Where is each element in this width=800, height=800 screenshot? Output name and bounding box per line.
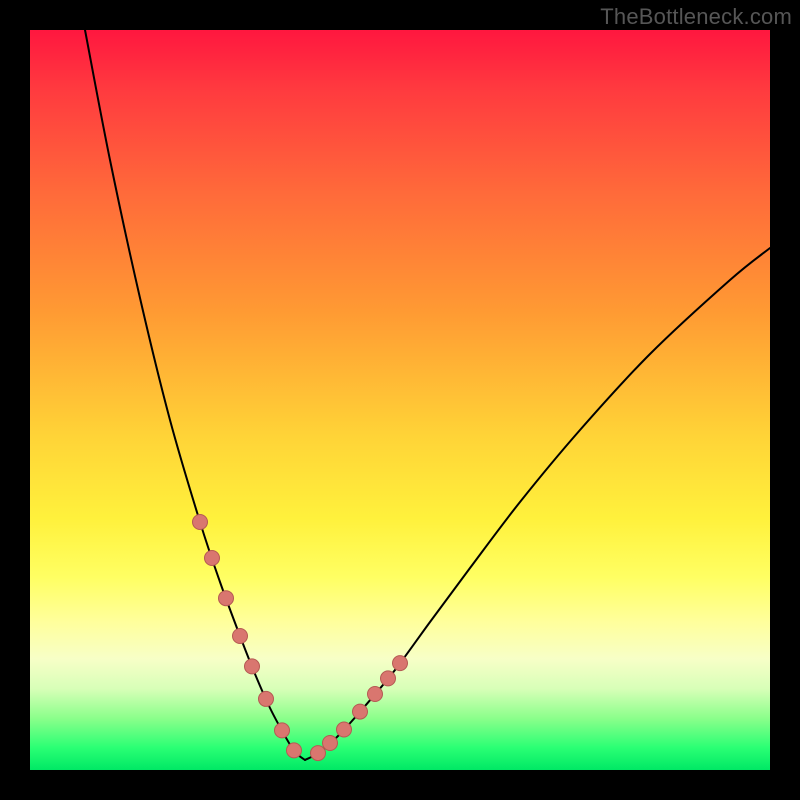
data-point-marker — [311, 746, 326, 761]
curve-layer — [30, 30, 770, 770]
data-point-marker — [287, 743, 302, 758]
data-point-marker — [219, 591, 234, 606]
curve-left — [85, 30, 305, 760]
data-point-marker — [193, 515, 208, 530]
chart-frame: TheBottleneck.com — [0, 0, 800, 800]
data-point-marker — [323, 736, 338, 751]
data-point-marker — [259, 691, 274, 706]
data-point-marker — [381, 671, 396, 686]
watermark-text: TheBottleneck.com — [600, 4, 792, 30]
data-point-marker — [337, 722, 352, 737]
data-point-marker — [205, 551, 220, 566]
data-point-marker — [393, 656, 408, 671]
data-point-marker — [353, 704, 368, 719]
curve-markers — [193, 515, 408, 761]
data-point-marker — [245, 659, 260, 674]
plot-area — [30, 30, 770, 770]
data-point-marker — [368, 687, 383, 702]
data-point-marker — [275, 723, 290, 738]
curve-right — [305, 248, 770, 760]
data-point-marker — [233, 629, 248, 644]
